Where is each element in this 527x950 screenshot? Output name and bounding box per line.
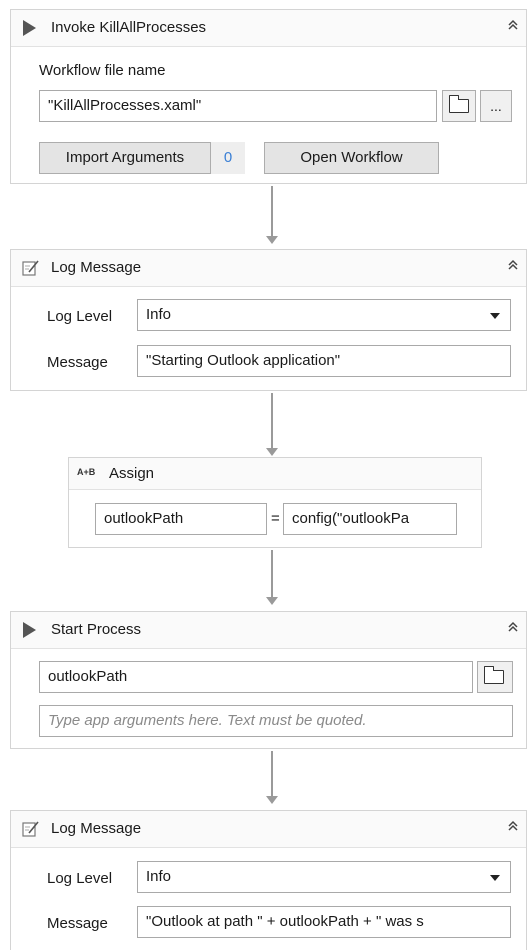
connector-line [271, 393, 273, 453]
ellipsis-button[interactable]: ... [480, 90, 512, 122]
log-level-select[interactable]: Info [137, 861, 511, 893]
connector-arrow [266, 597, 278, 605]
connector-line [271, 751, 273, 796]
workflow-file-label: Workflow file name [39, 62, 166, 79]
activity-header[interactable]: Start Process [11, 612, 526, 649]
activity-header[interactable]: Invoke KillAllProcesses [11, 10, 526, 47]
connector-arrow [266, 448, 278, 456]
collapse-icon[interactable] [506, 620, 520, 634]
log-level-value: Info [146, 868, 172, 885]
assign-right-input[interactable]: config("outlookPa [283, 503, 457, 535]
equals-sign: = [271, 510, 280, 527]
activity-header[interactable]: Log Message [11, 250, 526, 287]
log-level-label: Log Level [47, 308, 113, 325]
log-message-icon [22, 260, 39, 276]
log-message-activity[interactable]: Log Message Log Level Info Message "Star… [10, 249, 527, 391]
assign-left-input[interactable]: outlookPath [95, 503, 267, 535]
assign-activity[interactable]: A+B Assign outlookPath = config("outlook… [68, 457, 482, 548]
log-level-select[interactable]: Info [137, 299, 511, 331]
collapse-icon[interactable] [506, 819, 520, 833]
assign-icon: A+B [77, 467, 96, 477]
import-arguments-button[interactable]: Import Arguments [39, 142, 211, 174]
play-icon [23, 622, 36, 638]
activity-header[interactable]: Log Message [11, 811, 526, 848]
message-input[interactable]: "Outlook at path " + outlookPath + " was… [137, 906, 511, 938]
ellipsis-label: ... [490, 98, 502, 114]
connector-line [271, 186, 273, 236]
folder-icon [448, 95, 469, 113]
log-message-activity[interactable]: Log Message Log Level Info Message "Outl… [10, 810, 527, 950]
arguments-input[interactable]: Type app arguments here. Text must be qu… [39, 705, 513, 737]
connector-line [271, 550, 273, 597]
collapse-icon[interactable] [506, 258, 520, 272]
activity-title: Log Message [51, 820, 142, 837]
activity-title: Invoke KillAllProcesses [51, 19, 207, 36]
folder-icon [483, 666, 504, 684]
file-path-input[interactable]: outlookPath [39, 661, 473, 693]
chevron-down-icon [490, 313, 500, 319]
log-message-icon [22, 821, 39, 837]
browse-file-button[interactable] [477, 661, 513, 693]
argument-count: 0 [211, 142, 245, 174]
open-workflow-button[interactable]: Open Workflow [264, 142, 439, 174]
message-label: Message [47, 915, 108, 932]
start-process-activity[interactable]: Start Process outlookPath Type app argum… [10, 611, 527, 749]
activity-title: Start Process [51, 621, 142, 638]
connector-arrow [266, 796, 278, 804]
log-level-value: Info [146, 306, 172, 323]
log-level-label: Log Level [47, 870, 113, 887]
message-input[interactable]: "Starting Outlook application" [137, 345, 511, 377]
workflow-file-input[interactable]: "KillAllProcesses.xaml" [39, 90, 437, 122]
open-workflow-label: Open Workflow [300, 149, 403, 166]
play-icon [23, 20, 36, 36]
import-arguments-label: Import Arguments [65, 149, 185, 166]
activity-header[interactable]: A+B Assign [69, 458, 481, 490]
chevron-down-icon [490, 875, 500, 881]
browse-file-button[interactable] [442, 90, 476, 122]
activity-title: Assign [109, 465, 155, 482]
collapse-icon[interactable] [506, 18, 520, 32]
message-label: Message [47, 354, 108, 371]
invoke-workflow-activity[interactable]: Invoke KillAllProcesses Workflow file na… [10, 9, 527, 184]
activity-title: Log Message [51, 259, 142, 276]
connector-arrow [266, 236, 278, 244]
